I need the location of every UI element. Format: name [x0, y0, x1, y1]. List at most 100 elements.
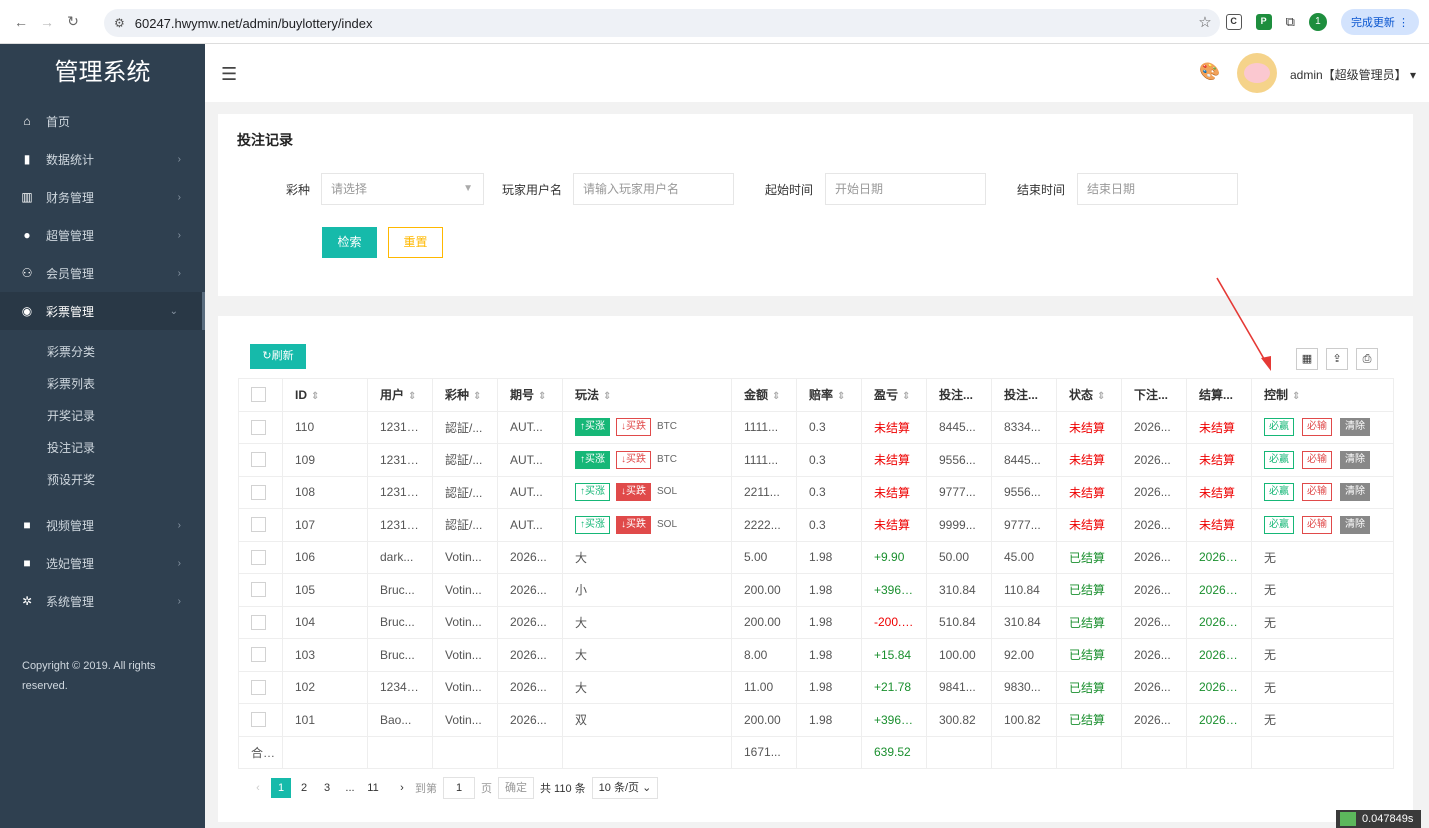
page-2[interactable]: 2 [294, 778, 314, 798]
forward-icon[interactable]: → [34, 14, 60, 30]
force-win-button[interactable]: 必赢 [1264, 483, 1294, 502]
col-header[interactable]: 控制 ⇕ [1251, 378, 1394, 411]
force-lose-button[interactable]: 必输 [1302, 450, 1332, 469]
menu-toggle-icon[interactable]: ☰ [221, 64, 237, 85]
extension-p-icon[interactable]: P [1255, 14, 1272, 30]
sidebar-item-admins[interactable]: ● 超管管理 › [0, 216, 205, 254]
force-win-button[interactable]: 必赢 [1264, 418, 1294, 437]
sidebar-item-system[interactable]: ✲ 系统管理 › [0, 582, 205, 620]
sidebar-item-members[interactable]: ⚇ 会员管理 › [0, 254, 205, 292]
chevron-right-icon: › [177, 595, 181, 607]
lottery-select[interactable]: 请选择 ▼ [321, 173, 484, 205]
page-1[interactable]: 1 [271, 778, 291, 798]
select-all-checkbox[interactable] [251, 387, 266, 403]
sidebar-sub-lottery-list[interactable]: 彩票列表 [0, 368, 205, 400]
sidebar-item-finance[interactable]: ▥ 财务管理 › [0, 178, 205, 216]
player-label: 玩家用户名 [502, 183, 563, 197]
next-page-icon[interactable]: › [392, 778, 412, 798]
goto-page-input[interactable]: 1 [443, 777, 475, 799]
col-header[interactable]: 用户 ⇕ [367, 378, 433, 411]
force-lose-button[interactable]: 必输 [1302, 418, 1332, 437]
col-header[interactable]: 下注... [1121, 378, 1187, 411]
row-checkbox[interactable] [251, 679, 266, 695]
row-checkbox[interactable] [251, 484, 266, 500]
force-lose-button[interactable]: 必输 [1302, 483, 1332, 502]
search-button[interactable]: 检索 [322, 227, 377, 258]
col-header[interactable]: 投注... [926, 378, 992, 411]
page-3[interactable]: 3 [317, 778, 337, 798]
col-header[interactable]: 玩法 ⇕ [562, 378, 732, 411]
sidebar-sub-lottery-category[interactable]: 彩票分类 [0, 336, 205, 368]
clear-control-button[interactable]: 清除 [1340, 418, 1370, 437]
col-header[interactable]: 状态 ⇕ [1056, 378, 1122, 411]
cell-id: 104 [282, 605, 368, 639]
col-header[interactable]: 期号 ⇕ [497, 378, 563, 411]
cell-odds: 1.98 [796, 540, 862, 574]
chevron-right-icon: › [177, 229, 181, 241]
row-checkbox[interactable] [251, 452, 266, 468]
row-checkbox[interactable] [251, 614, 266, 630]
clear-control-button[interactable]: 清除 [1340, 450, 1370, 469]
goto-confirm-button[interactable]: 确定 [498, 777, 534, 799]
cell-id: 110 [282, 410, 368, 444]
back-icon[interactable]: ← [8, 14, 34, 30]
start-date-input[interactable]: 开始日期 [825, 173, 986, 205]
sidebar-sub-bet-records[interactable]: 投注记录 [0, 432, 205, 464]
prev-page-icon[interactable]: ‹ [248, 778, 268, 798]
player-input[interactable]: 请输入玩家用户名 [573, 173, 734, 205]
col-header[interactable]: 盈亏 ⇕ [861, 378, 927, 411]
col-header[interactable]: ID ⇕ [282, 378, 368, 411]
page-11[interactable]: 11 [363, 778, 383, 798]
page-size-select[interactable]: 10 条/页 ⌄ [591, 777, 659, 799]
cell-bet-before: 300.82 [926, 703, 992, 736]
address-bar[interactable]: ⚙ 60247.hwymw.net/admin/buylottery/index [104, 9, 1220, 37]
user-menu[interactable]: admin【超级管理员】 ▾ [1290, 66, 1416, 83]
clear-control-button[interactable]: 清除 [1340, 515, 1370, 534]
col-header[interactable]: 彩种 ⇕ [432, 378, 498, 411]
export-icon[interactable]: ⇪ [1326, 348, 1348, 370]
avatar[interactable] [1237, 53, 1277, 93]
cell-pnl: -200.00 [861, 605, 927, 639]
row-checkbox[interactable] [251, 647, 266, 663]
force-win-button[interactable]: 必赢 [1264, 515, 1294, 534]
clear-control-button[interactable]: 清除 [1340, 483, 1370, 502]
site-settings-icon[interactable]: ⚙ [114, 16, 125, 30]
force-lose-button[interactable]: 必输 [1302, 515, 1332, 534]
col-header[interactable]: 结算... [1186, 378, 1252, 411]
palette-icon[interactable]: 🎨 [1199, 62, 1220, 82]
update-button[interactable]: 完成更新 ⋮ [1340, 9, 1419, 35]
extension-c-icon[interactable]: C [1225, 14, 1242, 30]
cell-amount: 200.00 [731, 605, 797, 639]
play-value: 大 [575, 680, 588, 695]
col-header[interactable]: 投注... [991, 378, 1057, 411]
row-checkbox[interactable] [251, 517, 266, 533]
video-icon: ■ [23, 518, 31, 532]
page-ellipsis: ... [345, 782, 355, 794]
end-date-input[interactable]: 结束日期 [1077, 173, 1238, 205]
play-value: 大 [575, 648, 588, 663]
reload-icon[interactable]: ↻ [60, 13, 86, 30]
sidebar-item-stats[interactable]: ▮ 数据统计 › [0, 140, 205, 178]
sidebar-item-selection[interactable]: ■ 选妃管理 › [0, 544, 205, 582]
bookmark-star-icon[interactable]: ☆ [1198, 13, 1211, 31]
sidebar-item-lottery[interactable]: ◉ 彩票管理 ⌄ [0, 292, 205, 330]
row-checkbox[interactable] [251, 712, 266, 728]
col-header[interactable]: 金额 ⇕ [731, 378, 797, 411]
sidebar-sub-preset-draw[interactable]: 预设开奖 [0, 464, 205, 496]
columns-icon[interactable]: ▦ [1296, 348, 1318, 370]
sidebar-sub-draw-records[interactable]: 开奖记录 [0, 400, 205, 432]
row-checkbox[interactable] [251, 549, 266, 565]
col-header[interactable]: 赔率 ⇕ [796, 378, 862, 411]
row-checkbox[interactable] [251, 419, 266, 435]
sidebar-item-home[interactable]: ⌂ 首页 [0, 102, 205, 140]
refresh-button[interactable]: ↻刷新 [250, 344, 306, 369]
coin-label: SOL [657, 486, 678, 498]
profile-avatar[interactable]: 1 [1308, 13, 1327, 31]
force-win-button[interactable]: 必赢 [1264, 450, 1294, 469]
extensions-puzzle-icon[interactable]: ⧉ [1286, 14, 1295, 30]
sidebar-item-video[interactable]: ■ 视频管理 › [0, 506, 205, 544]
print-icon[interactable]: ⎙ [1356, 348, 1378, 370]
cell-user: Bruc... [367, 638, 433, 671]
row-checkbox[interactable] [251, 582, 266, 598]
reset-button[interactable]: 重置 [388, 227, 443, 258]
